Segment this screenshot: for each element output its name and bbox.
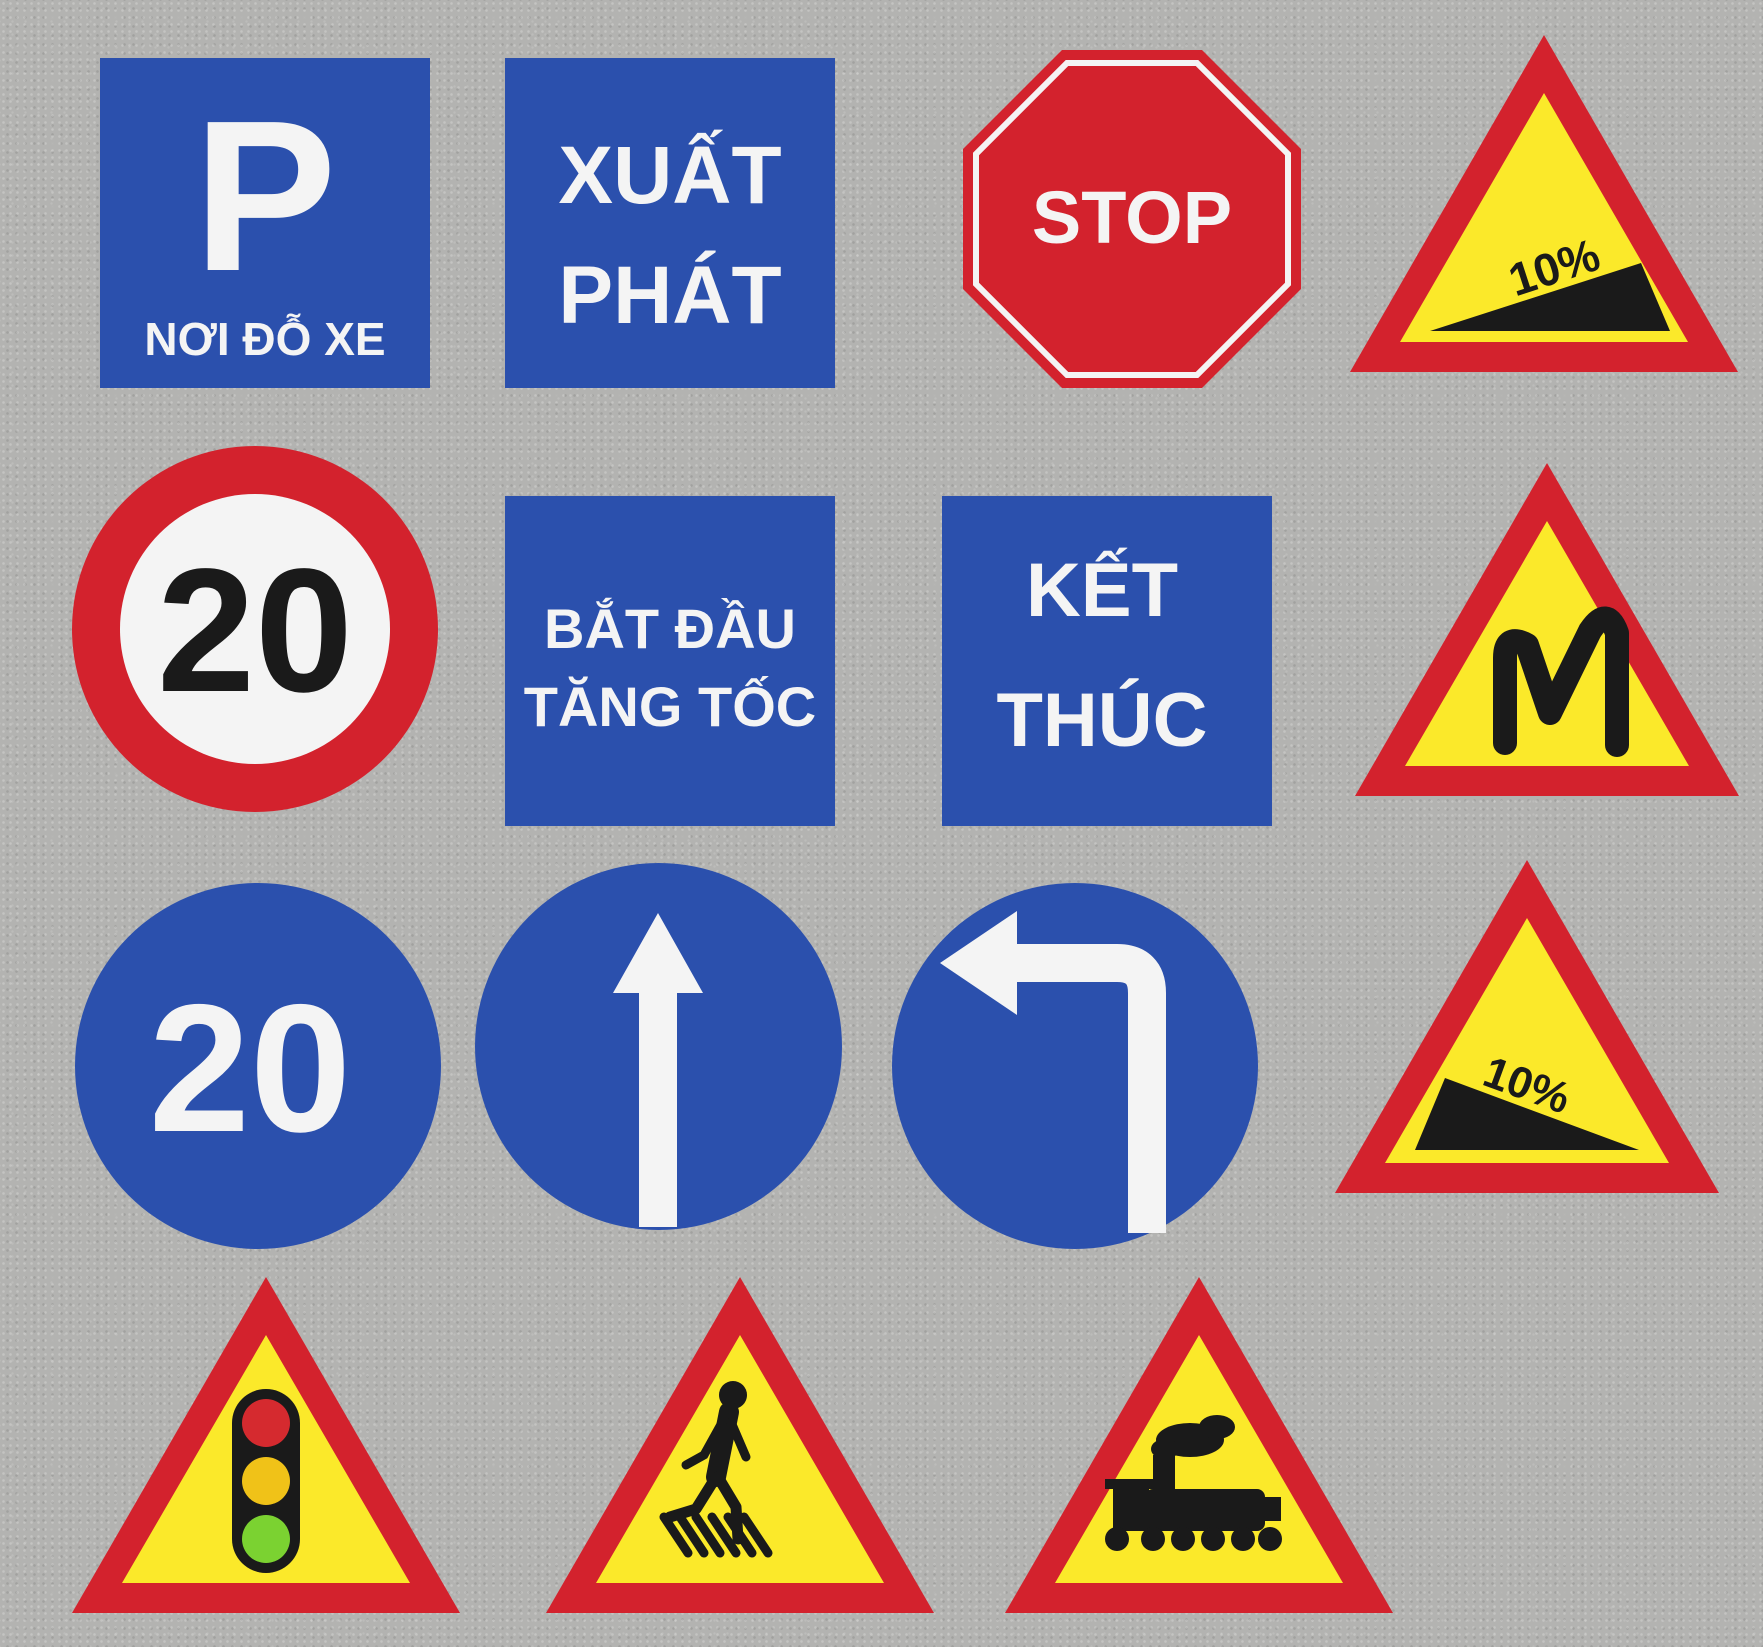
start-sign-line1: XUẤT <box>558 130 781 221</box>
railway-crossing-sign <box>1005 1277 1393 1613</box>
traffic-lights-sign <box>72 1277 460 1613</box>
min-speed-value: 20 <box>149 966 351 1170</box>
finish-line2: THÚC <box>996 678 1207 763</box>
stop-sign-text: STOP <box>1032 176 1232 259</box>
parking-caption: NƠI ĐỖ XE <box>144 313 385 365</box>
begin-accel-plate <box>505 496 835 826</box>
traffic-light-amber <box>242 1457 290 1505</box>
parking-sign: P NƠI ĐỖ XE <box>100 58 430 388</box>
parking-letter-icon: P <box>193 75 336 316</box>
double-curve-sign <box>1355 463 1739 796</box>
turn-left-face <box>892 883 1258 1249</box>
begin-accel-line2: TĂNG TỐC <box>524 675 816 738</box>
steep-climb-sign: 10% <box>1350 35 1738 372</box>
finish-plate <box>942 496 1272 826</box>
finish-sign: KẾT THÚC <box>942 496 1272 826</box>
straight-only-sign <box>475 863 842 1230</box>
turn-left-sign <box>892 883 1258 1249</box>
speed-limit-sign: 20 <box>72 446 438 812</box>
begin-accel-sign: BẮT ĐẦU TĂNG TỐC <box>505 496 835 826</box>
stop-sign: STOP <box>963 50 1301 388</box>
speed-limit-value: 20 <box>157 533 353 729</box>
start-sign: XUẤT PHÁT <box>505 58 835 388</box>
min-speed-sign: 20 <box>75 883 441 1249</box>
finish-line1: KẾT <box>1026 548 1178 633</box>
traffic-light-red <box>242 1399 290 1447</box>
road-signs-board: { "colors": { "background": "#b3b3b1", "… <box>0 0 1763 1647</box>
pedestrian-crossing-sign <box>546 1277 934 1613</box>
steep-descent-sign: 10% <box>1335 860 1719 1193</box>
start-sign-line2: PHÁT <box>558 250 781 341</box>
begin-accel-line1: BẮT ĐẦU <box>544 597 796 660</box>
traffic-light-green <box>242 1515 290 1563</box>
